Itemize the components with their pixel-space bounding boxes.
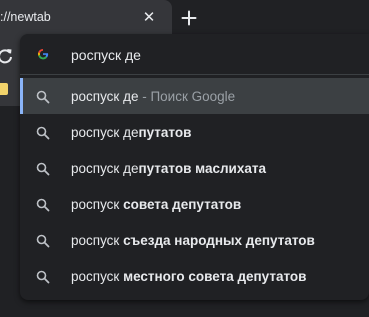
search-icon xyxy=(36,270,50,284)
search-icon xyxy=(36,162,50,176)
suggestion-row[interactable]: роспуск де - Поиск Google xyxy=(20,78,369,114)
suggestion-text: роспуск совета депутатов xyxy=(71,197,242,212)
suggestion-row[interactable]: роспуск совета депутатов xyxy=(20,186,369,222)
reload-icon[interactable] xyxy=(0,47,14,65)
search-icon xyxy=(36,198,50,212)
search-icon xyxy=(36,126,50,140)
suggestion-row[interactable]: роспуск депутатов маслихата xyxy=(20,150,369,186)
omnibox-input-row[interactable] xyxy=(20,34,369,74)
google-g-icon xyxy=(37,49,49,60)
tab-newtab[interactable]: ://newtab ✕ xyxy=(0,0,172,36)
tab-title: ://newtab xyxy=(0,10,51,24)
suggestion-text: роспуск съезда народных депутатов xyxy=(71,233,315,248)
omnibox-dropdown: роспуск де - Поиск Google роспуск депута… xyxy=(20,34,369,300)
suggestion-text: роспуск местного совета депутатов xyxy=(71,269,307,284)
tab-strip: ://newtab ✕ xyxy=(0,0,369,36)
suggestion-row[interactable]: роспуск съезда народных депутатов xyxy=(20,222,369,258)
plus-icon[interactable] xyxy=(178,7,200,29)
omnibox-divider xyxy=(20,74,369,75)
suggestion-text: роспуск депутатов маслихата xyxy=(71,161,266,176)
close-icon[interactable]: ✕ xyxy=(140,9,158,27)
suggestion-row[interactable]: роспуск депутатов xyxy=(20,114,369,150)
suggestion-row[interactable]: роспуск местного совета депутатов xyxy=(20,258,369,294)
suggestion-text: роспуск депутатов xyxy=(71,125,192,140)
suggestion-hint: - Поиск Google xyxy=(138,89,236,104)
search-icon xyxy=(36,234,50,248)
bookmark-folder-icon[interactable] xyxy=(0,83,8,95)
search-icon xyxy=(36,90,50,104)
suggestion-text: роспуск де - Поиск Google xyxy=(71,89,236,104)
omnibox-input[interactable] xyxy=(71,47,351,63)
